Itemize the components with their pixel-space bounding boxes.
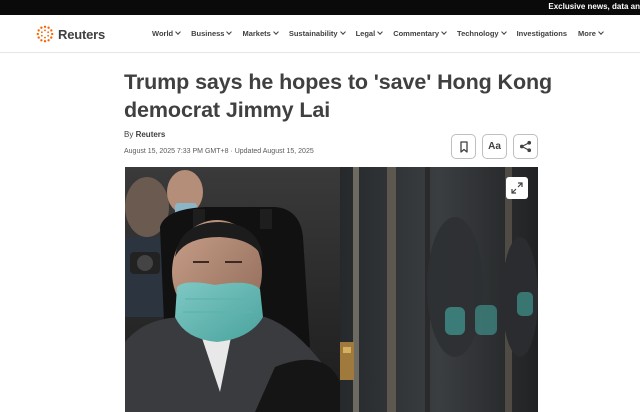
- reuters-logo[interactable]: Reuters: [36, 25, 105, 43]
- expand-image-button[interactable]: [506, 177, 528, 199]
- nav-label: Investigations: [516, 29, 568, 38]
- nav-label: Business: [191, 29, 225, 38]
- text-size-label: Aa: [488, 141, 501, 152]
- nav-item-business[interactable]: Business: [191, 29, 233, 38]
- nav-item-more[interactable]: More: [578, 29, 604, 38]
- article-headline: Trump says he hopes to 'save' Hong Kong …: [124, 68, 554, 124]
- share-button[interactable]: [513, 134, 538, 159]
- bookmark-icon: [459, 140, 468, 153]
- nav-label: Commentary: [393, 29, 440, 38]
- promo-text[interactable]: Exclusive news, data an: [548, 2, 640, 11]
- nav-item-technology[interactable]: Technology: [457, 29, 507, 38]
- nav-label: Legal: [355, 29, 376, 38]
- article-dates: August 15, 2025 7:33 PM GMT+8 · Updated …: [124, 148, 314, 155]
- nav-label: World: [152, 29, 174, 38]
- chevron-down-icon: [272, 29, 279, 35]
- chevron-down-icon: [339, 29, 346, 35]
- nav-item-legal[interactable]: Legal: [355, 29, 384, 38]
- nav-item-investigations[interactable]: Investigations: [517, 29, 567, 38]
- chevron-down-icon: [500, 29, 507, 35]
- nav-item-sustainability[interactable]: Sustainability: [288, 29, 346, 38]
- nav-item-commentary[interactable]: Commentary: [393, 29, 447, 38]
- text-size-button[interactable]: Aa: [482, 134, 507, 159]
- updated-date: Updated August 15, 2025: [234, 148, 314, 155]
- byline: By Reuters: [124, 130, 165, 139]
- headline-line-2: democrat Jimmy Lai: [124, 98, 331, 122]
- byline-prefix: By: [124, 130, 134, 139]
- chevron-down-icon: [441, 29, 447, 35]
- reuters-logo-icon: [36, 25, 54, 43]
- nav-label: Markets: [242, 29, 271, 38]
- article-photo[interactable]: [125, 167, 538, 412]
- expand-icon: [511, 182, 523, 194]
- published-date: August 15, 2025 7:33 PM GMT+8: [124, 148, 229, 155]
- byline-author[interactable]: Reuters: [136, 130, 166, 139]
- share-icon: [519, 140, 532, 153]
- headline-line-1: Trump says he hopes to 'save' Hong Kong: [124, 70, 553, 94]
- chevron-down-icon: [226, 29, 233, 35]
- nav-label: Sustainability: [288, 29, 338, 38]
- chevron-down-icon: [598, 29, 604, 35]
- nav-label: More: [578, 29, 596, 38]
- site-header: Reuters World Business Markets Sustainab…: [0, 15, 640, 53]
- nav-item-world[interactable]: World: [152, 29, 181, 38]
- photo-illustration: [125, 167, 538, 412]
- logo-wordmark: Reuters: [58, 26, 106, 42]
- chevron-down-icon: [175, 29, 181, 35]
- chevron-down-icon: [377, 29, 384, 35]
- main-nav: World Business Markets Sustainability Le…: [152, 29, 614, 38]
- nav-label: Technology: [457, 29, 499, 38]
- bookmark-button[interactable]: [451, 134, 476, 159]
- nav-item-markets[interactable]: Markets: [242, 29, 279, 38]
- top-promo-bar: Exclusive news, data an: [0, 0, 640, 15]
